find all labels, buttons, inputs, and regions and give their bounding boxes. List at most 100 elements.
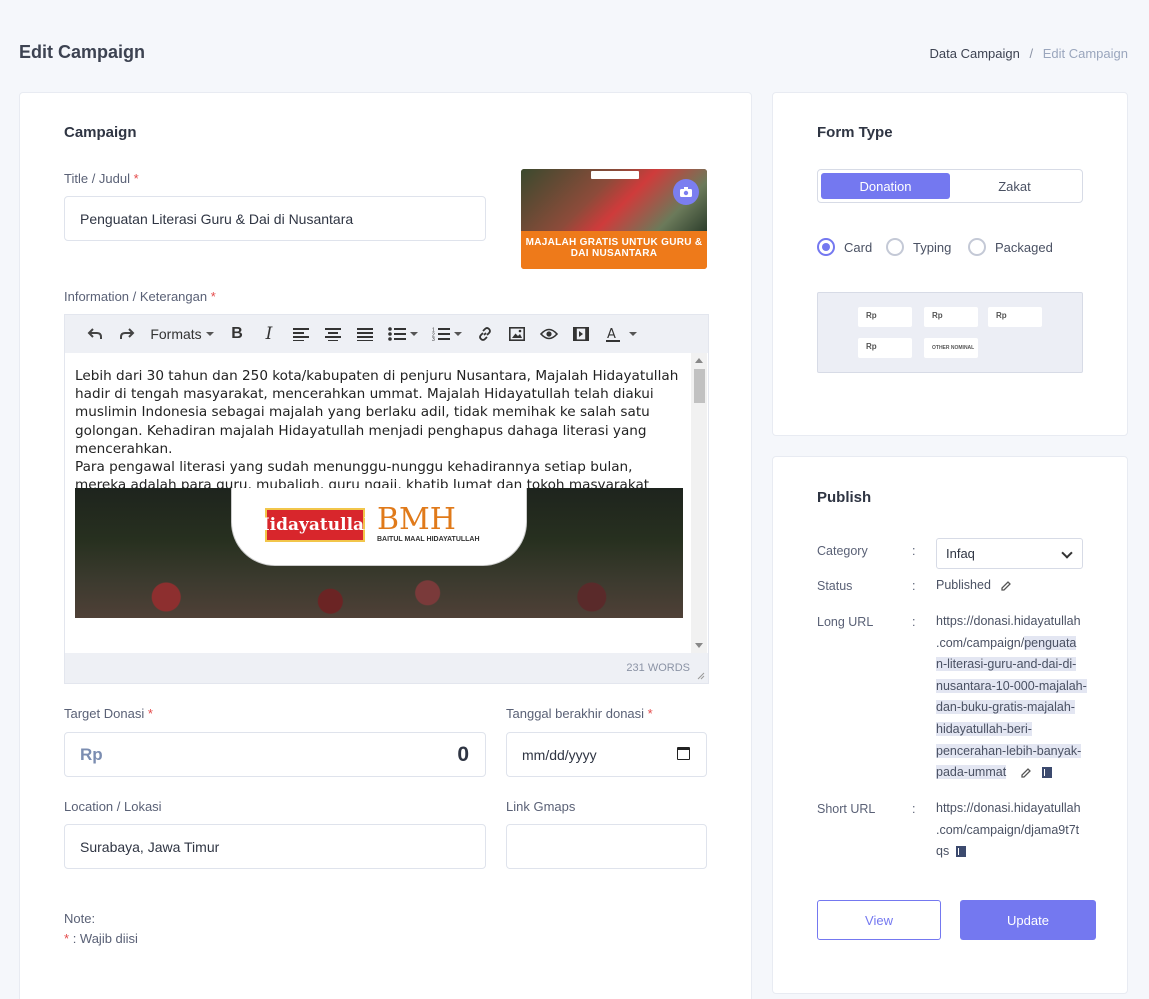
hidayatullah-logo: Hidayatullah xyxy=(254,508,376,542)
form-type-title: Form Type xyxy=(817,124,893,141)
long-url-line: nusantara-10-000-majalah- xyxy=(936,678,1087,693)
bmh-logo-text: BMH xyxy=(377,502,456,537)
link-icon[interactable] xyxy=(469,315,501,353)
edit-pencil-icon[interactable] xyxy=(1000,580,1012,592)
form-type-preview: Rp Rp Rp Rp OTHER NOMINAL xyxy=(817,292,1083,373)
campaign-thumbnail[interactable]: MAJALAH GRATIS UNTUK GURU & DAI NUSANTAR… xyxy=(521,169,707,269)
update-button[interactable]: Update xyxy=(960,900,1096,940)
short-url-line: https://donasi.hidayatullah xyxy=(936,801,1081,815)
change-image-camera-icon[interactable] xyxy=(673,179,699,205)
formats-dropdown[interactable]: Formats xyxy=(143,315,221,353)
category-label: Category xyxy=(817,544,868,558)
text-color-icon[interactable]: A xyxy=(597,315,645,353)
chevron-down-icon xyxy=(1061,547,1073,559)
bullet-list-icon[interactable] xyxy=(381,315,425,353)
image-icon[interactable] xyxy=(501,315,533,353)
deadline-placeholder: mm/dd/yyyy xyxy=(522,746,597,763)
radio-packaged-label: Packaged xyxy=(995,239,1053,255)
form-type-card xyxy=(772,92,1128,436)
category-select[interactable]: Infaq xyxy=(936,538,1083,569)
campaign-section-title: Campaign xyxy=(64,124,137,141)
target-donasi-label: Target Donasi * xyxy=(64,706,153,721)
undo-icon[interactable] xyxy=(79,315,111,353)
media-icon[interactable] xyxy=(565,315,597,353)
align-left-icon[interactable] xyxy=(285,315,317,353)
radio-checked-icon xyxy=(817,238,835,256)
title-label: Title / Judul * xyxy=(64,171,139,186)
copy-icon[interactable] xyxy=(1041,766,1054,779)
editor-scrollbar[interactable] xyxy=(691,353,707,653)
short-url-label: Short URL xyxy=(817,802,876,816)
status-value-row: Published xyxy=(936,575,1012,597)
radio-unchecked-icon xyxy=(886,238,904,256)
radio-typing-label: Typing xyxy=(913,239,952,255)
numbered-list-icon[interactable]: 123 xyxy=(425,315,469,353)
editor-paragraph: Lebih dari 30 tahun dan 250 kota/kabupat… xyxy=(75,368,679,457)
preview-nominal-box: Rp xyxy=(858,338,912,358)
preview-nominal-box: Rp xyxy=(924,307,978,327)
editor-toolbar: Formats B I 123 A xyxy=(65,315,708,353)
title-input[interactable]: Penguatan Literasi Guru & Dai di Nusanta… xyxy=(64,196,486,241)
chevron-down-icon xyxy=(205,332,214,336)
short-url-line: qs xyxy=(936,841,1081,863)
chevron-down-icon xyxy=(410,332,418,336)
long-url-value: https://donasi.hidayatullah .com/campaig… xyxy=(936,611,1087,784)
gmaps-input[interactable] xyxy=(506,824,707,869)
italic-icon[interactable]: I xyxy=(253,315,285,353)
radio-card[interactable]: Card xyxy=(817,238,872,256)
svg-text:A: A xyxy=(607,327,616,342)
breadcrumb-link-data-campaign[interactable]: Data Campaign xyxy=(930,46,1020,61)
word-count: 231 WORDS xyxy=(626,662,690,674)
status-label: Status xyxy=(817,579,853,593)
form-type-toggle: Donation Zakat xyxy=(817,169,1083,203)
photo-people xyxy=(75,576,683,618)
preview-nominal-box: Rp xyxy=(988,307,1042,327)
location-value: Surabaya, Jawa Timur xyxy=(80,838,220,855)
rich-text-editor[interactable]: Formats B I 123 A Lebih dari 30 tahun da… xyxy=(64,314,709,684)
currency-prefix: Rp xyxy=(80,744,103,764)
editor-embedded-image[interactable]: Hidayatullah BMH BAITUL MAAL HIDAYATULLA… xyxy=(75,488,683,618)
information-label: Information / Keterangan * xyxy=(64,289,216,304)
radio-card-label: Card xyxy=(844,239,873,255)
redo-icon[interactable] xyxy=(111,315,143,353)
editor-statusbar: 231 WORDS xyxy=(65,653,708,683)
long-url-line: pencerahan-lebih-banyak- xyxy=(936,743,1082,758)
toggle-zakat[interactable]: Zakat xyxy=(950,173,1079,199)
radio-typing[interactable]: Typing xyxy=(886,238,951,256)
preview-other-nominal-box: OTHER NOMINAL xyxy=(924,338,978,358)
view-button[interactable]: View xyxy=(817,900,941,940)
target-donasi-input[interactable]: Rp 0 xyxy=(64,732,486,777)
long-url-slug: penguata xyxy=(1024,635,1077,650)
bold-icon[interactable]: B xyxy=(221,315,253,353)
colon: : xyxy=(912,615,916,629)
chevron-down-icon xyxy=(454,332,462,336)
scroll-up-arrow-icon[interactable] xyxy=(695,358,703,363)
preview-nominal-box: Rp xyxy=(858,307,912,327)
status-value: Published xyxy=(936,578,991,592)
bmh-logo: BMH BAITUL MAAL HIDAYATULLAH xyxy=(377,504,497,546)
note: Note: * : Wajib diisi xyxy=(64,909,138,949)
location-label: Location / Lokasi xyxy=(64,799,162,814)
location-input[interactable]: Surabaya, Jawa Timur xyxy=(64,824,486,869)
radio-packaged[interactable]: Packaged xyxy=(968,238,1053,256)
toggle-donation[interactable]: Donation xyxy=(821,173,950,199)
preview-eye-icon[interactable] xyxy=(533,315,565,353)
resize-handle-icon[interactable] xyxy=(696,671,705,680)
deadline-date-input[interactable]: mm/dd/yyyy xyxy=(506,732,707,777)
edit-pencil-icon[interactable] xyxy=(1020,767,1032,779)
calendar-icon[interactable] xyxy=(677,747,690,760)
align-justify-icon[interactable] xyxy=(349,315,381,353)
copy-icon[interactable] xyxy=(955,845,968,858)
scrollbar-thumb[interactable] xyxy=(694,369,705,403)
publish-title: Publish xyxy=(817,489,872,506)
scroll-down-arrow-icon[interactable] xyxy=(695,643,703,648)
svg-text:3: 3 xyxy=(432,337,435,341)
align-center-icon[interactable] xyxy=(317,315,349,353)
colon: : xyxy=(912,802,916,816)
bmh-logo-subtext: BAITUL MAAL HIDAYATULLAH xyxy=(377,536,480,543)
note-text: * : Wajib diisi xyxy=(64,931,138,946)
breadcrumb-current: Edit Campaign xyxy=(1042,46,1128,61)
breadcrumb: Data Campaign / Edit Campaign xyxy=(930,46,1128,61)
category-value: Infaq xyxy=(946,546,975,561)
deadline-label: Tanggal berakhir donasi * xyxy=(506,706,653,721)
